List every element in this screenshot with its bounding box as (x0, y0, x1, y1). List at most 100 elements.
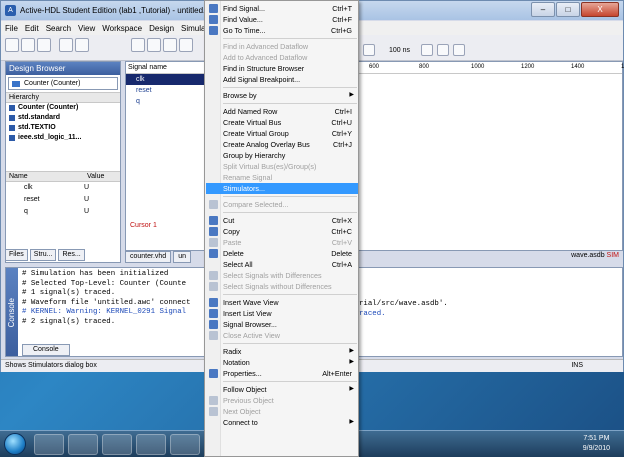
menu-item-find-in-advanced-dataflow[interactable]: Find in Advanced Dataflow (206, 41, 358, 52)
properties-icon (209, 369, 218, 378)
menu-search[interactable]: Search (46, 24, 71, 33)
explorer-taskbar-icon[interactable] (34, 434, 64, 455)
tab-resources[interactable]: Res... (58, 249, 85, 261)
menu-item-find-value[interactable]: Find Value... Ctrl+F (206, 14, 358, 25)
minimize-button[interactable]: – (531, 2, 555, 17)
signal-row[interactable]: clk U (6, 182, 120, 194)
window-title: Active-HDL Student Edition (lab1 ,Tutori… (20, 6, 220, 15)
menu-item-paste[interactable]: Paste Ctrl+V (206, 237, 358, 248)
menu-item-add-named-row[interactable]: Add Named Row Ctrl+I (206, 106, 358, 117)
menu-item-go-to-time[interactable]: Go To Time... Ctrl+G (206, 25, 358, 36)
menu-item-previous-object[interactable]: Previous Object (206, 395, 358, 406)
entity-icon (9, 105, 15, 111)
menu-item-close-active-view[interactable]: Close Active View (206, 330, 358, 341)
nodiff-icon (209, 282, 218, 291)
menu-item-next-object[interactable]: Next Object (206, 406, 358, 417)
menu-edit[interactable]: Edit (25, 24, 39, 33)
menu-item-label: Signal Browser... (223, 320, 277, 329)
maximize-button[interactable]: □ (556, 2, 580, 17)
menu-item-select-all[interactable]: Select All Ctrl+A (206, 259, 358, 270)
menu-item-signal-browser[interactable]: Signal Browser... (206, 319, 358, 330)
hierarchy-item[interactable]: std.standard (6, 113, 120, 123)
app-taskbar-icon[interactable] (102, 434, 132, 455)
signal-row[interactable]: reset U (6, 194, 120, 206)
menu-item-shortcut: Ctrl+V (331, 238, 352, 247)
menu-item-create-virtual-group[interactable]: Create Virtual Group Ctrl+Y (206, 128, 358, 139)
hierarchy-item[interactable]: Counter (Counter) (6, 103, 120, 113)
signal-row[interactable]: qU (6, 206, 120, 218)
tab-structure[interactable]: Stru... (29, 249, 57, 261)
menu-item-stimulators[interactable]: Stimulators... (206, 183, 358, 194)
menu-item-select-signals-with-differences[interactable]: Select Signals with Differences (206, 270, 358, 281)
marker-icon[interactable] (179, 38, 193, 52)
menu-item-add-to-advanced-dataflow[interactable]: Add to Advanced Dataflow (206, 52, 358, 63)
cut-tool-icon[interactable] (59, 38, 73, 52)
close-view-icon (209, 331, 218, 340)
document-tabs: counter.vhd un wave.asdb SIM (125, 251, 623, 263)
start-button[interactable] (4, 433, 26, 455)
library-icon (9, 125, 15, 131)
zoom-icon[interactable] (131, 38, 145, 52)
menu-item-find-signal[interactable]: Find Signal... Ctrl+T (206, 3, 358, 14)
menu-item-create-analog-overlay-bus[interactable]: Create Analog Overlay Bus Ctrl+J (206, 139, 358, 150)
menu-item-properties[interactable]: Properties... Alt+Enter (206, 368, 358, 379)
save-icon[interactable] (37, 38, 51, 52)
tab-files[interactable]: Files (5, 249, 28, 261)
menu-item-connect-to[interactable]: Connect to ▶ (206, 417, 358, 428)
insert-mode: INS (571, 362, 583, 369)
console-line: # KERNEL: Warning: KERNEL_0291 Signal (22, 308, 187, 317)
menu-item-browse-by[interactable]: Browse by ▶ (206, 90, 358, 101)
menu-item-insert-wave-view[interactable]: Insert Wave View (206, 297, 358, 308)
wave-signal-row[interactable]: clk (126, 74, 207, 85)
close-button[interactable]: X (581, 2, 619, 17)
menu-item-notation[interactable]: Notation ▶ (206, 357, 358, 368)
stop-icon[interactable] (437, 44, 449, 56)
menu-item-label: Follow Object (223, 385, 267, 394)
menu-item-delete[interactable]: Delete Delete (206, 248, 358, 259)
copy-tool-icon[interactable] (75, 38, 89, 52)
menu-item-find-in-structure-browser[interactable]: Find in Structure Browser (206, 63, 358, 74)
chrome-taskbar-icon[interactable] (68, 434, 98, 455)
menu-workspace[interactable]: Workspace (102, 24, 142, 33)
menu-view[interactable]: View (78, 24, 95, 33)
tab-console[interactable]: Console (22, 344, 70, 356)
zoom-value[interactable]: 100 ns (389, 47, 410, 54)
top-level-combo[interactable]: Counter (Counter) (8, 77, 118, 90)
active-hdl-taskbar-icon[interactable] (170, 434, 200, 455)
wave-signal-row[interactable]: reset (126, 85, 207, 96)
menu-item-shortcut: Ctrl+C (331, 227, 352, 236)
hierarchy-item[interactable]: std.TEXTIO (6, 123, 120, 133)
menu-item-compare-selected[interactable]: Compare Selected... (206, 199, 358, 210)
wave-signal-row[interactable]: q (126, 96, 207, 107)
step-icon[interactable] (421, 44, 433, 56)
open-icon[interactable] (21, 38, 35, 52)
menu-item-copy[interactable]: Copy Ctrl+C (206, 226, 358, 237)
menu-item-rename-signal[interactable]: Rename Signal (206, 172, 358, 183)
menu-file[interactable]: File (5, 24, 18, 33)
menu-item-follow-object[interactable]: Follow Object ▶ (206, 384, 358, 395)
cut-icon (209, 216, 218, 225)
app-taskbar-icon[interactable] (136, 434, 166, 455)
menu-design[interactable]: Design (149, 24, 174, 33)
menu-item-label: Add Signal Breakpoint... (223, 75, 301, 84)
menu-item-add-signal-breakpoint[interactable]: Add Signal Breakpoint... (206, 74, 358, 85)
menu-item-split-virtual-bus-es-group-s[interactable]: Split Virtual Bus(es)/Group(s) (206, 161, 358, 172)
compare-icon (209, 200, 218, 209)
pointer-icon[interactable] (147, 38, 161, 52)
tab-counter-vhd[interactable]: counter.vhd (125, 251, 172, 263)
menu-item-cut[interactable]: Cut Ctrl+X (206, 215, 358, 226)
menu-item-select-signals-without-differences[interactable]: Select Signals without Differences (206, 281, 358, 292)
run-icon[interactable] (363, 44, 375, 56)
menu-item-radix[interactable]: Radix ▶ (206, 346, 358, 357)
grid-icon[interactable] (163, 38, 177, 52)
menu-item-label: Rename Signal (223, 173, 273, 182)
menu-item-insert-list-view[interactable]: Insert List View (206, 308, 358, 319)
menu-item-create-virtual-bus[interactable]: Create Virtual Bus Ctrl+U (206, 117, 358, 128)
clock[interactable]: 7:51 PM 9/9/2010 (583, 434, 610, 454)
new-icon[interactable] (5, 38, 19, 52)
hierarchy-item[interactable]: ieee.std_logic_11... (6, 133, 120, 143)
menu-item-group-by-hierarchy[interactable]: Group by Hierarchy (206, 150, 358, 161)
tab-untitled[interactable]: un (173, 251, 191, 263)
menu-separator (223, 343, 357, 344)
restart-icon[interactable] (453, 44, 465, 56)
